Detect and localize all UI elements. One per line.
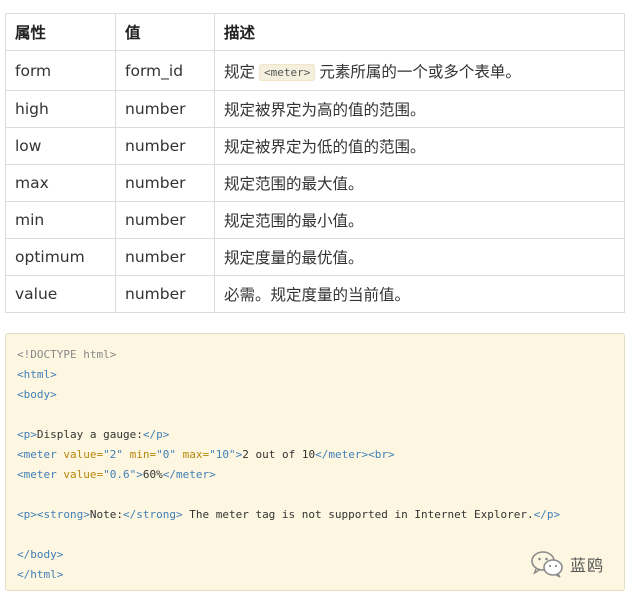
cell-desc: 规定 <meter> 元素所属的一个或多个表单。 <box>214 50 625 91</box>
code-tag: </p> <box>533 508 561 521</box>
code-line: </html> <box>17 565 613 585</box>
table-header-row: 属性 值 描述 <box>5 13 625 51</box>
code-tag: </meter> <box>162 468 216 481</box>
code-text: Note: <box>89 508 123 521</box>
cell-desc: 规定范围的最大值。 <box>214 164 625 202</box>
cell-desc: 规定度量的最优值。 <box>214 238 625 276</box>
watermark-label: 蓝鸥 <box>570 556 605 575</box>
code-tag: <br> <box>368 448 395 461</box>
code-attr: value= <box>56 468 104 481</box>
table-row: max number 规定范围的最大值。 <box>5 164 625 202</box>
inline-code-meter: <meter> <box>259 63 316 81</box>
code-line: <!DOCTYPE html> <box>17 345 613 365</box>
cell-value: number <box>115 275 215 313</box>
header-value: 值 <box>115 13 215 51</box>
code-line: <p>Display a gauge:</p> <box>17 425 613 445</box>
cell-attr: optimum <box>5 238 116 276</box>
header-description: 描述 <box>214 13 625 51</box>
code-tag: </strong> <box>122 508 183 521</box>
code-tag: </body> <box>17 548 64 561</box>
table-row: optimum number 规定度量的最优值。 <box>5 238 625 276</box>
code-tag: <strong> <box>36 508 90 521</box>
cell-attr: form <box>5 50 116 91</box>
attributes-table: 属性 值 描述 form form_id 规定 <meter> 元素所属的一个或多个… <box>5 13 625 313</box>
code-line: <body> <box>17 385 613 405</box>
code-tag: <html> <box>17 368 57 381</box>
code-tag: <body> <box>17 388 57 401</box>
header-attribute: 属性 <box>5 13 116 51</box>
code-tag: <p> <box>17 428 37 441</box>
code-tag: <meter <box>17 448 57 461</box>
code-tag: <meter <box>17 468 57 481</box>
code-attr: max= <box>175 448 210 461</box>
cell-value: number <box>115 238 215 276</box>
cell-value: number <box>115 164 215 202</box>
table-row: form form_id 规定 <meter> 元素所属的一个或多个表单。 <box>5 50 625 91</box>
code-text: 2 out of 10 <box>242 448 316 461</box>
code-text: 60% <box>142 468 163 481</box>
table-row: min number 规定范围的最小值。 <box>5 201 625 239</box>
cell-desc: 必需。规定度量的当前值。 <box>214 275 625 313</box>
table-row: low number 规定被界定为低的值的范围。 <box>5 127 625 165</box>
cell-value: number <box>115 90 215 128</box>
cell-desc: 规定被界定为高的值的范围。 <box>214 90 625 128</box>
cell-attr: high <box>5 90 116 128</box>
cell-desc: 规定范围的最小值。 <box>214 201 625 239</box>
table-row: high number 规定被界定为高的值的范围。 <box>5 90 625 128</box>
code-doctype: <!DOCTYPE html> <box>17 348 117 361</box>
cell-value: form_id <box>115 50 215 91</box>
code-tag: </meter> <box>315 448 369 461</box>
code-string: "10" <box>209 448 236 461</box>
watermark: 蓝鸥 <box>530 550 604 578</box>
code-line: <meter value="0.6">60%</meter> <box>17 465 613 485</box>
code-string: "2" <box>103 448 123 461</box>
cell-attr: low <box>5 127 116 165</box>
code-line: <meter value="2" min="0" max="10">2 out … <box>17 445 613 465</box>
cell-attr: value <box>5 275 116 313</box>
code-line: <p><strong>Note:</strong> The meter tag … <box>17 505 613 525</box>
cell-attr: max <box>5 164 116 202</box>
code-tag: </html> <box>17 568 64 581</box>
code-line: <html> <box>17 365 613 385</box>
cell-attr: min <box>5 201 116 239</box>
code-tag: <p> <box>17 508 37 521</box>
code-text: The meter tag is not supported in Intern… <box>182 508 534 521</box>
code-string: "0" <box>156 448 176 461</box>
code-string: "0.6" <box>103 468 137 481</box>
cell-value: number <box>115 127 215 165</box>
desc-text: 规定 <box>224 62 256 81</box>
code-tag: > <box>136 468 143 481</box>
code-text: Display a gauge: <box>36 428 143 441</box>
code-attr: value= <box>56 448 104 461</box>
code-line: </body> <box>17 545 613 565</box>
code-tag: </p> <box>142 428 170 441</box>
cell-value: number <box>115 201 215 239</box>
wechat-icon <box>531 551 563 578</box>
desc-text: 元素所属的一个或多个表单。 <box>319 62 521 81</box>
cell-desc: 规定被界定为低的值的范围。 <box>214 127 625 165</box>
code-attr: min= <box>122 448 157 461</box>
table-row: value number 必需。规定度量的当前值。 <box>5 275 625 313</box>
